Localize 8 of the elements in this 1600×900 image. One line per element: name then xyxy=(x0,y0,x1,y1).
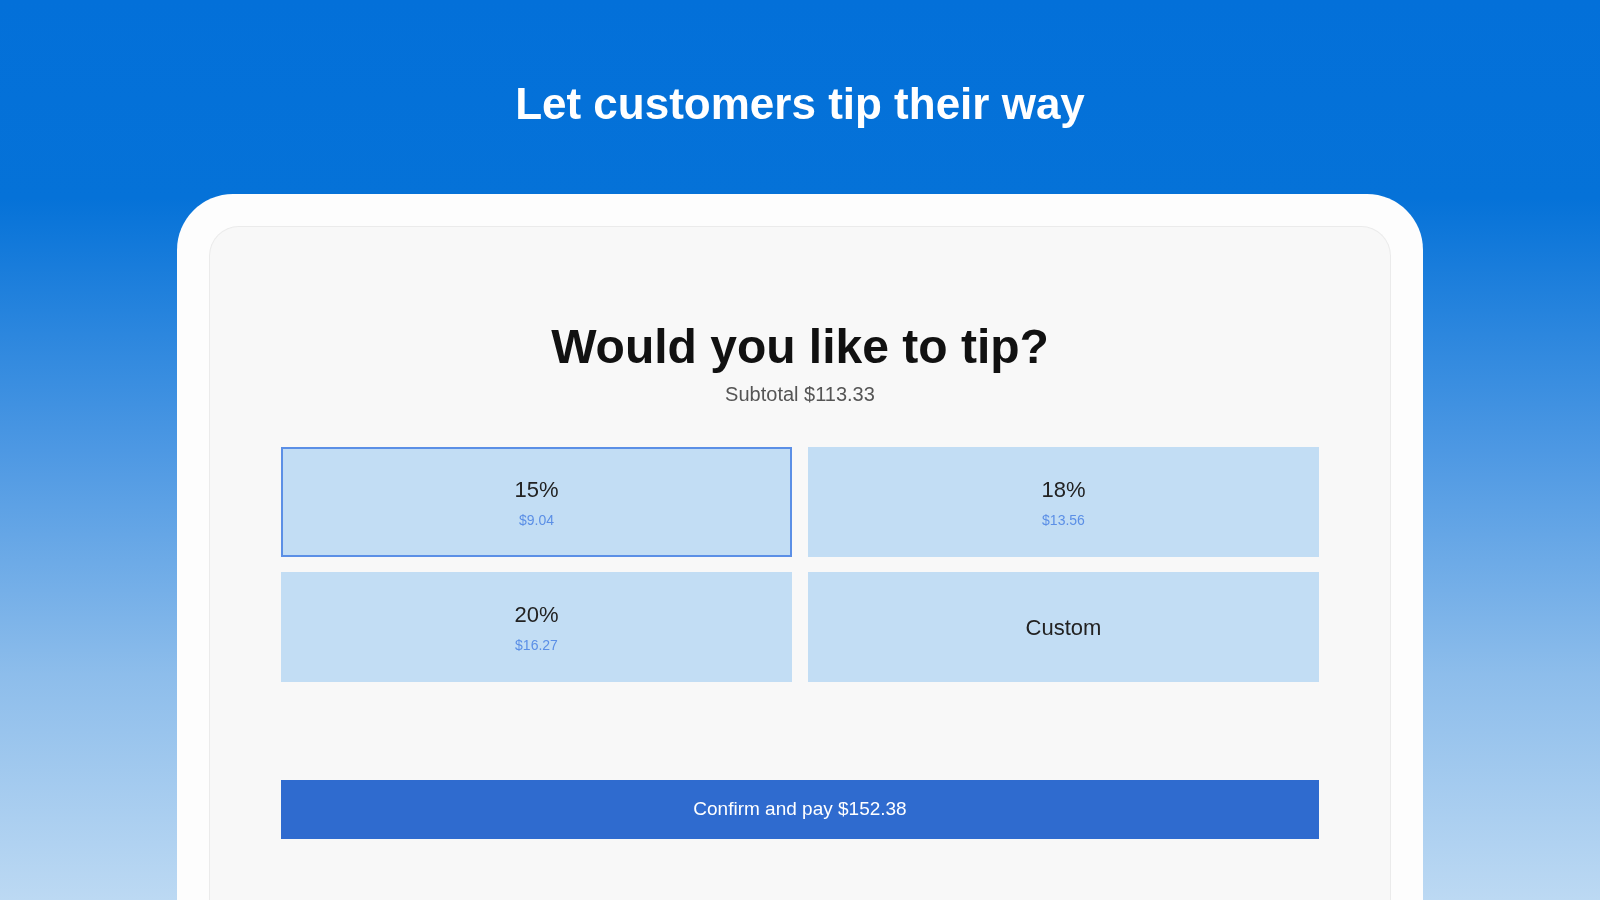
tip-option[interactable]: 15% $9.04 xyxy=(281,447,792,557)
confirm-button[interactable]: Confirm and pay $152.38 xyxy=(281,780,1319,839)
tip-option[interactable]: 20% $16.27 xyxy=(281,572,792,682)
tip-option[interactable]: Custom xyxy=(808,572,1319,682)
headline: Let customers tip their way xyxy=(515,78,1085,130)
subtotal-text: Subtotal $113.33 xyxy=(725,382,875,407)
tip-option[interactable]: 18% $13.56 xyxy=(808,447,1319,557)
screen-title: Would you like to tip? xyxy=(551,319,1049,375)
